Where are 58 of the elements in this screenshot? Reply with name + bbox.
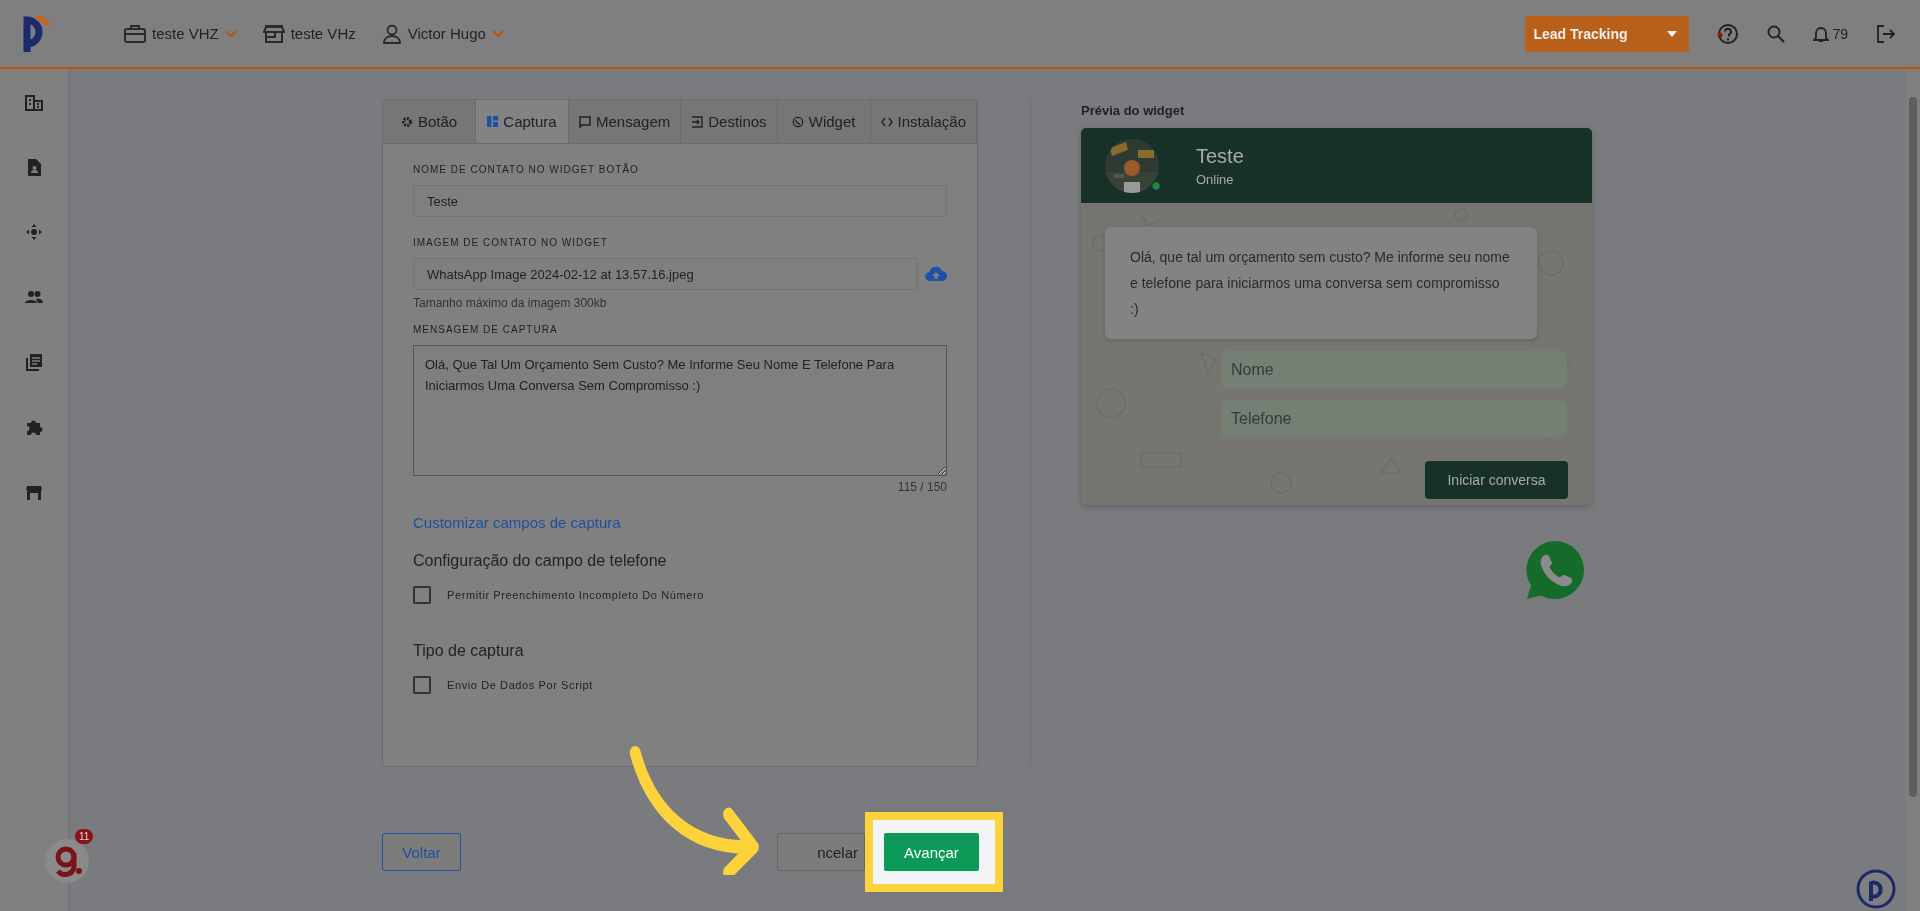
contact-file-icon[interactable] — [25, 158, 43, 176]
code-icon — [880, 116, 893, 127]
section-title: Tipo de captura — [413, 642, 525, 660]
help-icon[interactable] — [1717, 22, 1740, 45]
contact-name: Teste — [1196, 144, 1244, 168]
start-chat-button[interactable]: Iniciar conversa — [1425, 461, 1568, 499]
hint-text: Tamanho máximo da imagem 300kb — [413, 296, 608, 310]
notification-count: 79 — [1832, 25, 1848, 42]
briefcase-icon — [124, 24, 146, 43]
lead-tracking-dropdown[interactable]: Lead Tracking — [1525, 15, 1690, 52]
store-icon — [262, 24, 285, 43]
context-selector[interactable]: Victor Hugo — [381, 23, 504, 44]
chat-message-bubble: Olá, que tal um orçamento sem custo? Me informe seu nome e telefone para iniciarmos uma conversa sem compromisso :) — [1105, 227, 1537, 339]
checkbox-label: Envio De Dados Por Script — [447, 679, 593, 691]
chat-icon — [579, 115, 592, 128]
checkbox-label: Permitir Preenchimento Incompleto Do Número — [447, 589, 704, 601]
image-file-field[interactable]: WhatsApp Image 2024-02-12 at 13.57.16.jpeg — [413, 258, 918, 290]
chevron-down-icon — [224, 29, 237, 38]
tab[interactable]: Captura — [476, 100, 570, 143]
context-selector[interactable]: teste VHZ — [124, 23, 237, 44]
gear-icon — [400, 115, 413, 128]
field-label: NOME DE CONTATO NO WIDGET BOTÃO — [413, 164, 640, 175]
field-label: MENSAGEM DE CAPTURA — [413, 324, 559, 335]
section-title: Configuração do campo de telefone — [413, 552, 668, 570]
cancel-button[interactable]: ncelar — [777, 833, 865, 871]
tab[interactable]: Botão — [383, 100, 476, 143]
logout-icon[interactable] — [1876, 23, 1896, 44]
caret-icon — [1667, 30, 1678, 37]
status-text: Online — [1196, 171, 1235, 187]
dashboard-icon — [487, 116, 499, 127]
user-icon — [381, 23, 402, 44]
notification-badge: 11 — [75, 829, 94, 844]
capture-message-field[interactable]: Olá, Que Tal Um Orçamento Sem Custo? Me Informe Seu Nome E Telefone Para Iniciarmos Uma Conversa Sem Compromisso :) — [413, 345, 947, 476]
chat-input-field[interactable]: Telefone — [1221, 400, 1567, 437]
checkbox[interactable] — [413, 676, 431, 694]
contact-name-field[interactable]: Teste — [413, 185, 947, 217]
puzzle-icon[interactable] — [25, 418, 43, 436]
bell-icon[interactable] — [1813, 24, 1830, 43]
buildings-icon[interactable] — [25, 93, 43, 111]
character-counter: 115 / 150 — [896, 480, 947, 494]
checkbox[interactable] — [413, 586, 431, 604]
storefront-icon[interactable] — [25, 483, 43, 501]
next-button[interactable]: Avançar — [884, 833, 979, 871]
context-selector[interactable]: teste VHz — [262, 23, 356, 44]
chat-support-icon[interactable] — [1856, 869, 1896, 909]
move-arrows-icon[interactable] — [25, 223, 43, 241]
people-icon[interactable] — [25, 288, 43, 306]
search-icon[interactable] — [1767, 24, 1786, 43]
field-label: IMAGEM DE CONTATO NO WIDGET — [413, 237, 609, 248]
online-status-dot — [1151, 180, 1161, 191]
library-icon[interactable] — [25, 353, 43, 371]
login-icon — [691, 115, 704, 128]
chat-input-field[interactable]: Nome — [1221, 351, 1567, 388]
whatsapp-icon — [791, 115, 804, 128]
preview-title: Prévia do widget — [1081, 103, 1186, 118]
chevron-down-icon — [491, 29, 504, 38]
scrollbar-thumb[interactable] — [1909, 97, 1917, 797]
customize-fields-link[interactable]: Customizar campos de captura — [413, 514, 621, 531]
